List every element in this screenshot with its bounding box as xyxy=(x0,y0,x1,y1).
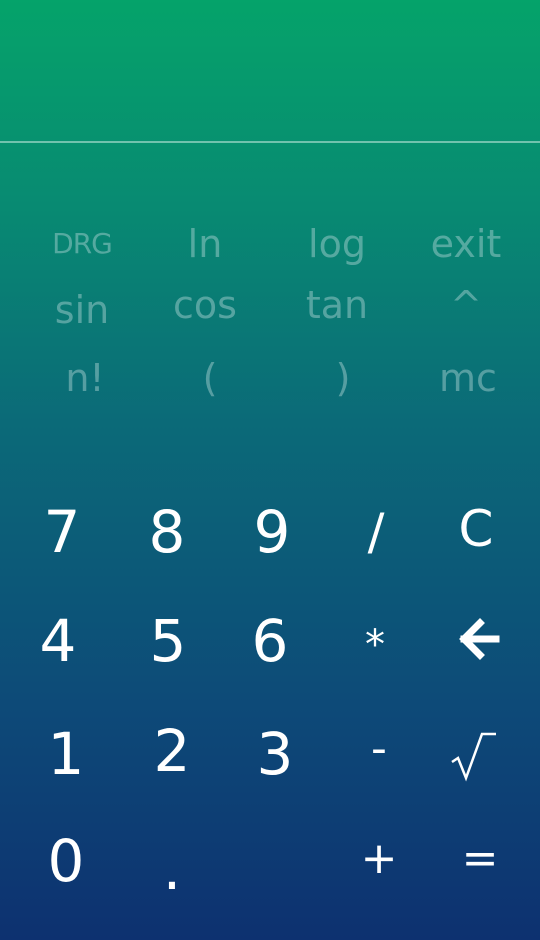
sin-button[interactable]: sin xyxy=(27,286,137,334)
digit-4-button[interactable]: 4 xyxy=(8,596,108,686)
digit-0-button[interactable]: 0 xyxy=(16,816,116,906)
open-paren-button[interactable]: ( xyxy=(155,354,265,402)
backspace-arrow-icon xyxy=(459,618,500,660)
digit-9-button[interactable]: 9 xyxy=(222,487,322,577)
square-root-icon xyxy=(451,732,496,782)
digit-8-button[interactable]: 8 xyxy=(117,487,217,577)
digit-2-button[interactable]: 2 xyxy=(122,706,222,796)
display-divider xyxy=(0,141,540,143)
memory-clear-button[interactable]: mc xyxy=(413,354,523,402)
tan-button[interactable]: tan xyxy=(282,281,392,329)
digit-1-button[interactable]: 1 xyxy=(16,709,116,799)
digit-3-button[interactable]: 3 xyxy=(225,709,325,799)
backspace-button[interactable] xyxy=(428,594,528,684)
digit-6-button[interactable]: 6 xyxy=(220,596,320,686)
equals-button[interactable]: = xyxy=(430,814,530,904)
subtract-button[interactable]: - xyxy=(329,704,429,794)
decimal-button[interactable]: . xyxy=(122,824,222,914)
divide-button[interactable]: / xyxy=(326,487,426,577)
ln-button[interactable]: ln xyxy=(150,220,260,268)
calculator-display xyxy=(0,0,540,141)
drg-button[interactable]: DRG xyxy=(27,220,137,268)
cos-button[interactable]: cos xyxy=(150,281,260,329)
close-paren-button[interactable]: ) xyxy=(288,354,398,402)
clear-button[interactable]: C xyxy=(426,484,526,574)
log-button[interactable]: log xyxy=(282,220,392,268)
multiply-button[interactable]: * xyxy=(325,600,425,690)
sqrt-button[interactable] xyxy=(424,712,524,802)
exit-button[interactable]: exit xyxy=(411,220,521,268)
digit-7-button[interactable]: 7 xyxy=(12,487,112,577)
digit-5-button[interactable]: 5 xyxy=(118,596,218,686)
factorial-button[interactable]: n! xyxy=(30,354,140,402)
power-button[interactable]: ^ xyxy=(411,281,521,329)
add-button[interactable]: + xyxy=(329,814,429,904)
